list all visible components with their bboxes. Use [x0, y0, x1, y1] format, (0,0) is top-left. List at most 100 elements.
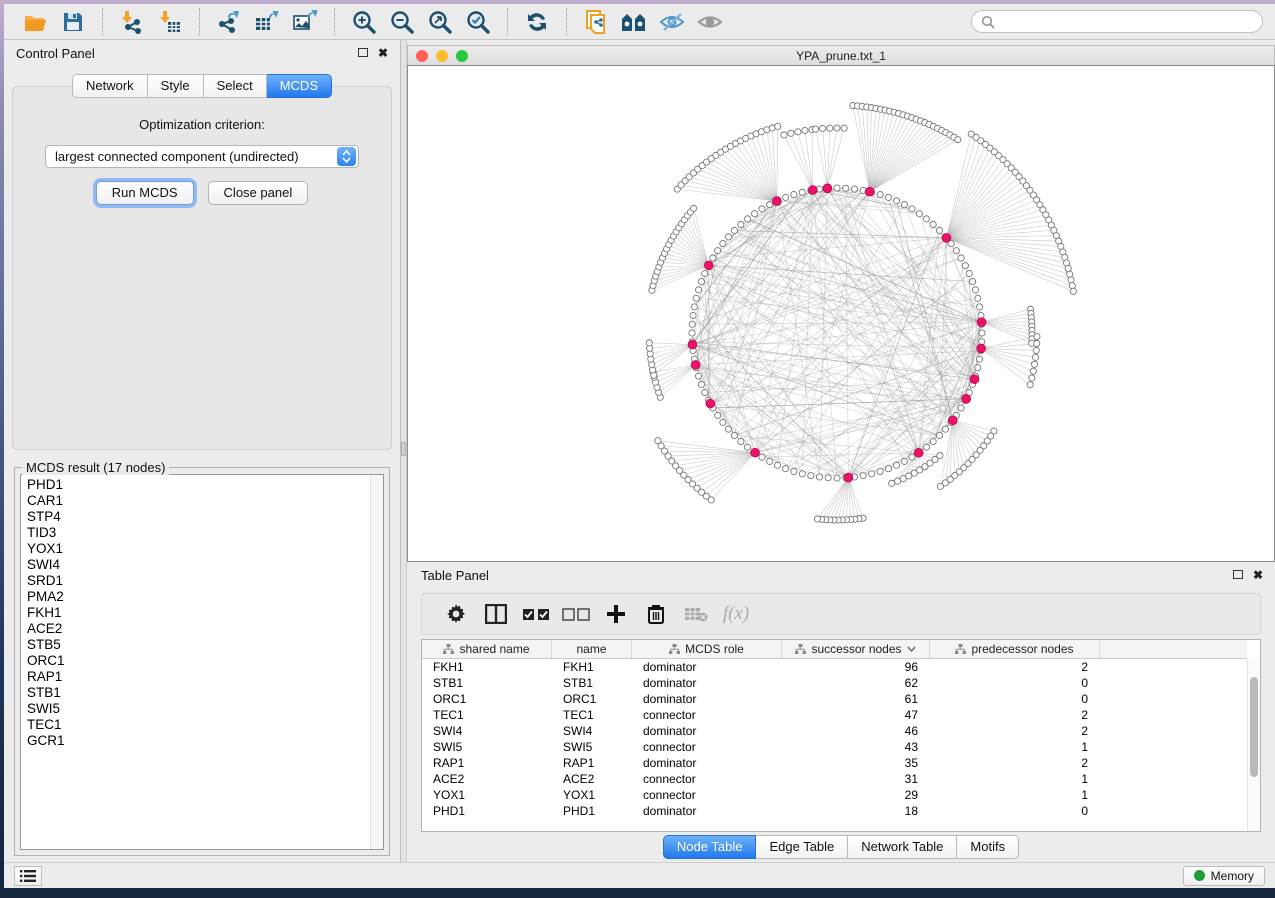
tab-select[interactable]: Select [204, 74, 267, 98]
network-canvas[interactable] [407, 65, 1275, 562]
open-session-icon[interactable] [20, 8, 50, 36]
cell-filler [1100, 691, 1247, 707]
table-row[interactable]: YOX1YOX1connector291 [422, 787, 1247, 803]
float-table-panel-icon[interactable] [1233, 569, 1243, 581]
mcds-result-item[interactable]: STB1 [27, 685, 370, 701]
mcds-result-item[interactable]: SWI5 [27, 701, 370, 717]
control-panel: Control Panel ✖ NetworkStyleSelectMCDS O… [4, 40, 400, 862]
deselect-all-icon[interactable] [556, 599, 596, 629]
splitter-handle[interactable] [401, 442, 406, 456]
table-row[interactable]: STB1STB1dominator620 [422, 675, 1247, 691]
show-hidden-icon[interactable] [695, 8, 725, 36]
optimization-criterion-label: Optimization criterion: [13, 117, 391, 132]
cell-name: FKH1 [552, 659, 632, 675]
show-column-icon[interactable] [476, 599, 516, 629]
tab-node-table[interactable]: Node Table [663, 835, 757, 859]
zoom-selected-icon[interactable] [463, 8, 493, 36]
column-header-filler [1100, 640, 1247, 658]
add-row-icon[interactable] [596, 599, 636, 629]
table-row[interactable]: RAP1RAP1dominator352 [422, 755, 1247, 771]
table-panel-tabs: Node TableEdge TableNetwork TableMotifs [407, 832, 1275, 862]
import-table-icon[interactable] [155, 8, 185, 36]
first-neighbors-icon[interactable] [619, 8, 649, 36]
network-view-titlebar[interactable]: YPA_prune.txt_1 [407, 45, 1275, 65]
mcds-result-list[interactable]: PHD1CAR1STP4TID3YOX1SWI4SRD1PMA2FKH1ACE2… [20, 474, 384, 850]
mcds-list-scrollbar[interactable] [370, 475, 383, 849]
table-settings-icon[interactable] [436, 599, 476, 629]
search-input[interactable] [995, 15, 1253, 29]
criterion-select-value: largest connected component (undirected) [46, 149, 337, 164]
mcds-result-item[interactable]: SWI4 [27, 557, 370, 573]
column-tree-icon [795, 644, 806, 654]
table-row[interactable]: TEC1TEC1connector472 [422, 707, 1247, 723]
table-row[interactable]: ACE2ACE2connector311 [422, 771, 1247, 787]
zoom-fit-icon[interactable] [425, 8, 455, 36]
mcds-result-item[interactable]: YOX1 [27, 541, 370, 557]
table-row[interactable]: SWI4SWI4dominator462 [422, 723, 1247, 739]
mcds-result-item[interactable]: TID3 [27, 525, 370, 541]
tab-mcds[interactable]: MCDS [267, 74, 332, 98]
mcds-result-item[interactable]: ORC1 [27, 653, 370, 669]
column-header-shared-name[interactable]: shared name [422, 640, 552, 658]
close-panel-icon[interactable]: ✖ [378, 47, 388, 59]
export-table-icon[interactable] [252, 8, 282, 36]
mcds-result-item[interactable]: PMA2 [27, 589, 370, 605]
delete-row-icon[interactable] [636, 599, 676, 629]
node-table: shared namenameMCDS rolesuccessor nodesp… [421, 639, 1261, 832]
sort-indicator-icon [907, 646, 916, 652]
tab-motifs[interactable]: Motifs [957, 835, 1019, 859]
import-network-icon[interactable] [117, 8, 147, 36]
save-session-icon[interactable] [58, 8, 88, 36]
task-history-button[interactable] [14, 866, 42, 886]
table-row[interactable]: PHD1PHD1dominator180 [422, 803, 1247, 819]
cell-mcds-role: dominator [632, 691, 782, 707]
mcds-result-item[interactable]: PHD1 [27, 477, 370, 493]
export-image-icon[interactable] [290, 8, 320, 36]
mcds-result-item[interactable]: STP4 [27, 509, 370, 525]
column-header-mcds-role[interactable]: MCDS role [632, 640, 782, 658]
hide-selected-icon[interactable] [657, 8, 687, 36]
mcds-result-item[interactable]: ACE2 [27, 621, 370, 637]
mcds-result-item[interactable]: FKH1 [27, 605, 370, 621]
mcds-result-item[interactable]: SRD1 [27, 573, 370, 589]
toolbar-separator [507, 8, 508, 36]
cell-name: STB1 [552, 675, 632, 691]
control-panel-titlebar: Control Panel ✖ [4, 40, 400, 66]
tab-style[interactable]: Style [148, 74, 204, 98]
search-box[interactable] [971, 10, 1263, 33]
select-all-icon[interactable] [516, 599, 556, 629]
run-mcds-button[interactable]: Run MCDS [96, 181, 194, 205]
cell-filler [1100, 787, 1247, 803]
float-panel-icon[interactable] [358, 47, 368, 59]
mcds-result-item[interactable]: GCR1 [27, 733, 370, 749]
table-scrollbar-thumb[interactable] [1250, 677, 1258, 777]
close-panel-button[interactable]: Close panel [208, 181, 309, 205]
cell-predecessor-nodes: 1 [930, 787, 1100, 803]
mcds-result-item[interactable]: CAR1 [27, 493, 370, 509]
copy-style-icon[interactable] [581, 8, 611, 36]
panel-splitter[interactable] [400, 40, 407, 862]
mcds-result-item[interactable]: RAP1 [27, 669, 370, 685]
cell-mcds-role: dominator [632, 659, 782, 675]
tab-network-table[interactable]: Network Table [848, 835, 957, 859]
column-tree-icon [955, 644, 966, 654]
zoom-out-icon[interactable] [387, 8, 417, 36]
column-header-predecessor-nodes[interactable]: predecessor nodes [930, 640, 1100, 658]
tab-edge-table[interactable]: Edge Table [756, 835, 848, 859]
zoom-in-icon[interactable] [349, 8, 379, 36]
tab-network[interactable]: Network [72, 74, 148, 98]
criterion-select[interactable]: largest connected component (undirected) [45, 145, 359, 168]
column-header-name[interactable]: name [552, 640, 632, 658]
refresh-view-icon[interactable] [522, 8, 552, 36]
table-scrollbar[interactable] [1247, 659, 1260, 831]
mcds-result-item[interactable]: STB5 [27, 637, 370, 653]
column-header-successor-nodes[interactable]: successor nodes [782, 640, 930, 658]
network-view-title: YPA_prune.txt_1 [408, 49, 1274, 63]
close-table-panel-icon[interactable]: ✖ [1253, 569, 1263, 581]
mcds-result-item[interactable]: TEC1 [27, 717, 370, 733]
table-row[interactable]: ORC1ORC1dominator610 [422, 691, 1247, 707]
table-row[interactable]: FKH1FKH1dominator962 [422, 659, 1247, 675]
table-row[interactable]: SWI5SWI5connector431 [422, 739, 1247, 755]
memory-button[interactable]: Memory [1183, 866, 1265, 886]
export-network-icon[interactable] [214, 8, 244, 36]
